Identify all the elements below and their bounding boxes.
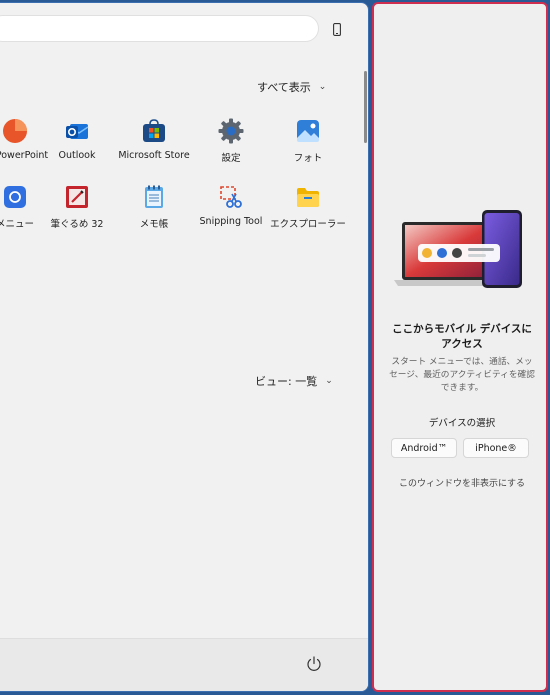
app-microsoft-store[interactable]: Microsoft Store (116, 118, 192, 161)
phone-icon (333, 22, 341, 36)
view-selector[interactable]: ビュー: 一覧 ⌄ (255, 373, 333, 389)
app-label: 筆ぐるめ 32 (50, 219, 104, 230)
device-select-label: デバイスの選択 (428, 418, 496, 429)
app-label: Microsoft Store (118, 150, 190, 161)
fudegurume-icon (66, 186, 88, 208)
app-label: エクスプローラー (270, 219, 346, 230)
chevron-down-icon: ⌄ (325, 376, 333, 386)
iphone-button[interactable]: iPhone® (463, 438, 529, 458)
app-settings[interactable]: 設定 (193, 118, 269, 164)
app-snipping-tool[interactable]: Snipping Tool (193, 184, 269, 227)
app-file-explorer[interactable]: エクスプローラー (270, 184, 346, 230)
app-fudegurume[interactable]: 筆ぐるめ 32 (39, 184, 115, 230)
mobile-device-panel: ここからモバイル デバイスにアクセス スタート メニューでは、通話、メッセージ、… (372, 2, 548, 692)
chevron-down-icon: ⌄ (318, 82, 327, 92)
search-input[interactable] (0, 15, 319, 42)
settings-gear-icon (218, 118, 244, 144)
panel-title: ここからモバイル デバイスにアクセス (392, 323, 532, 350)
panel-description: スタート メニューでは、通話、メッセージ、最近のアクティビティを確認できます。 (389, 357, 535, 393)
power-button[interactable] (305, 655, 323, 673)
app-label: Outlook (58, 150, 96, 161)
photos-icon (297, 120, 319, 142)
app-label: メモ帳 (139, 219, 169, 230)
app-photos[interactable]: フォト (270, 118, 346, 164)
app-label: 設定 (221, 153, 241, 164)
hide-panel-link[interactable]: このウィンドウを非表示にする (388, 476, 536, 489)
android-button[interactable]: Android™ (391, 438, 457, 458)
show-all-label: すべて表示 (257, 81, 311, 94)
show-all-button[interactable]: すべて表示 ⌄ (257, 79, 326, 95)
app-label: Snipping Tool (199, 216, 263, 227)
powerpoint-icon (3, 119, 27, 143)
start-menu: すべて表示 ⌄ PowerPoint Outlook Microsoft Sto… (0, 2, 369, 692)
notepad-icon (145, 185, 163, 208)
snipping-tool-icon (220, 186, 242, 208)
outlook-icon (66, 124, 89, 139)
app-notepad[interactable]: メモ帳 (116, 184, 192, 230)
app-icon (4, 186, 26, 208)
power-icon (307, 656, 321, 671)
phone-link-button[interactable] (331, 21, 343, 37)
file-explorer-icon (297, 188, 319, 207)
view-label: ビュー: 一覧 (255, 375, 318, 388)
scrollbar[interactable] (364, 71, 367, 143)
phone-link-illustration (394, 210, 522, 288)
app-label: フォト (293, 153, 323, 164)
app-outlook[interactable]: Outlook (39, 118, 115, 161)
microsoft-store-icon (143, 119, 165, 142)
bottom-bar (0, 638, 368, 691)
